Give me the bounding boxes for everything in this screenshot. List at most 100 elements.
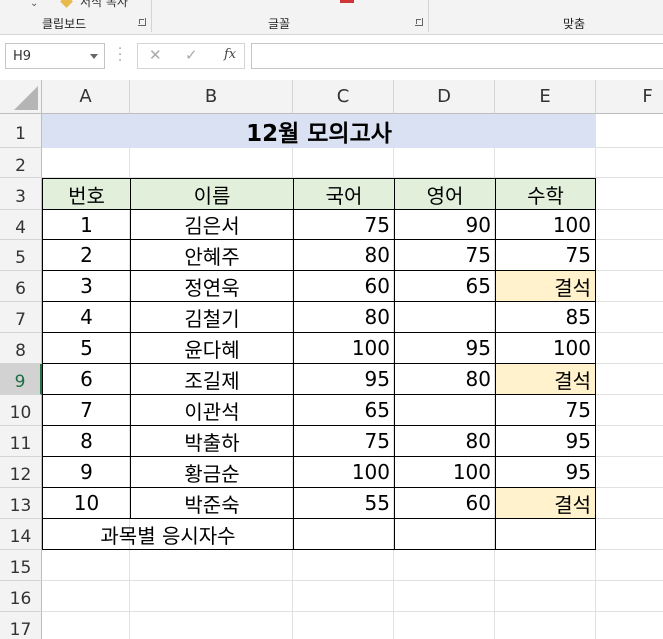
header-cell[interactable]: 영어 <box>394 178 495 210</box>
column-header-c[interactable]: C <box>293 80 394 114</box>
cell-math[interactable]: 100 <box>495 210 596 240</box>
cell-math[interactable]: 95 <box>495 457 596 488</box>
cell-name[interactable]: 박준숙 <box>130 488 293 519</box>
row-header-12[interactable]: 12 <box>0 457 42 488</box>
cell-english[interactable]: 80 <box>394 426 495 457</box>
cell-math[interactable]: 75 <box>495 395 596 426</box>
cell-korean[interactable]: 80 <box>293 240 394 271</box>
cell-math[interactable]: 95 <box>495 426 596 457</box>
cell-english[interactable] <box>394 302 495 333</box>
cell-english[interactable]: 65 <box>394 271 495 302</box>
select-all-button[interactable] <box>0 80 42 114</box>
cell-korean[interactable]: 100 <box>293 333 394 364</box>
row-header-9[interactable]: 9 <box>0 364 42 395</box>
cell-name[interactable]: 황금순 <box>130 457 293 488</box>
cell-math[interactable]: 결석 <box>495 364 596 395</box>
cell-korean[interactable]: 55 <box>293 488 394 519</box>
cell-math[interactable]: 100 <box>495 333 596 364</box>
header-cell[interactable]: 국어 <box>293 178 394 210</box>
cell-english[interactable] <box>394 395 495 426</box>
format-painter-icon[interactable] <box>60 0 73 8</box>
column-header-a[interactable]: A <box>42 80 130 114</box>
cell-korean[interactable]: 75 <box>293 210 394 240</box>
cell-math[interactable]: 75 <box>495 240 596 271</box>
summary-count-cell[interactable] <box>293 519 394 550</box>
header-cell[interactable]: 수학 <box>495 178 596 210</box>
cell-no[interactable]: 8 <box>42 426 130 457</box>
cell-no[interactable]: 3 <box>42 271 130 302</box>
row-header-1[interactable]: 1 <box>0 114 42 148</box>
cell-name[interactable]: 조길제 <box>130 364 293 395</box>
cell-name[interactable]: 안혜주 <box>130 240 293 271</box>
column-header-e[interactable]: E <box>495 80 596 114</box>
cell-english[interactable]: 100 <box>394 457 495 488</box>
cell-no[interactable]: 6 <box>42 364 130 395</box>
row-header-11[interactable]: 11 <box>0 426 42 457</box>
cell-english[interactable]: 90 <box>394 210 495 240</box>
paste-dropdown-icon[interactable]: ⌄ <box>30 0 38 9</box>
cell-english[interactable]: 95 <box>394 333 495 364</box>
cell-no[interactable]: 2 <box>42 240 130 271</box>
cell-no[interactable]: 4 <box>42 302 130 333</box>
row-header-8[interactable]: 8 <box>0 333 42 364</box>
row-header-2[interactable]: 2 <box>0 148 42 178</box>
sheet-title-cell[interactable]: 12월 모의고사 <box>42 114 596 148</box>
cell-korean[interactable]: 95 <box>293 364 394 395</box>
row-header-14[interactable]: 14 <box>0 519 42 550</box>
cancel-icon[interactable]: ✕ <box>149 46 162 64</box>
cell-no[interactable]: 5 <box>42 333 130 364</box>
cell-english[interactable]: 60 <box>394 488 495 519</box>
summary-count-cell[interactable] <box>495 519 596 550</box>
row-header-4[interactable]: 4 <box>0 210 42 240</box>
cell-name[interactable]: 박출하 <box>130 426 293 457</box>
cell-korean[interactable]: 80 <box>293 302 394 333</box>
cell-english[interactable]: 80 <box>394 364 495 395</box>
summary-label-cell[interactable]: 과목별 응시자수 <box>42 519 293 550</box>
cell-korean[interactable]: 75 <box>293 426 394 457</box>
gridline <box>42 580 663 581</box>
worksheet-grid[interactable]: ABCDEF 1 2 3 4 5 6 7 8 9 10 11 12 13 14 15 16 17 12월 모의고… <box>0 80 663 639</box>
formula-input[interactable] <box>251 43 663 69</box>
cell-korean[interactable]: 65 <box>293 395 394 426</box>
cell-korean[interactable]: 60 <box>293 271 394 302</box>
header-cell[interactable]: 이름 <box>130 178 293 210</box>
row-header-6[interactable]: 6 <box>0 271 42 302</box>
cell-korean[interactable]: 100 <box>293 457 394 488</box>
cell-name[interactable]: 이관석 <box>130 395 293 426</box>
cell-no[interactable]: 7 <box>42 395 130 426</box>
cell-name[interactable]: 정연욱 <box>130 271 293 302</box>
format-painter-label[interactable]: 서식 복사 <box>80 0 128 10</box>
row-header-10[interactable]: 10 <box>0 395 42 426</box>
row-header-17[interactable]: 17 <box>0 612 42 639</box>
font-launcher-icon[interactable] <box>415 18 423 26</box>
row-header-13[interactable]: 13 <box>0 488 42 519</box>
name-box-value: H9 <box>13 49 32 64</box>
cell-name[interactable]: 윤다혜 <box>130 333 293 364</box>
cell-no[interactable]: 10 <box>42 488 130 519</box>
column-header-f[interactable]: F <box>596 80 663 114</box>
row-header-16[interactable]: 16 <box>0 581 42 612</box>
column-header-b[interactable]: B <box>130 80 293 114</box>
font-color-swatch[interactable] <box>340 0 354 3</box>
row-header-7[interactable]: 7 <box>0 302 42 333</box>
row-header-3[interactable]: 3 <box>0 178 42 210</box>
cell-english[interactable]: 75 <box>394 240 495 271</box>
row-header-5[interactable]: 5 <box>0 240 42 271</box>
cell-math[interactable]: 결석 <box>495 271 596 302</box>
check-icon[interactable]: ✓ <box>185 46 198 64</box>
cell-math[interactable]: 결석 <box>495 488 596 519</box>
clipboard-launcher-icon[interactable] <box>138 18 146 26</box>
cell-math[interactable]: 85 <box>495 302 596 333</box>
cell-name[interactable]: 김철기 <box>130 302 293 333</box>
name-box[interactable]: H9 <box>5 43 105 69</box>
header-cell[interactable]: 번호 <box>42 178 130 210</box>
row-header-15[interactable]: 15 <box>0 550 42 581</box>
insert-function-icon[interactable]: fx <box>224 47 236 62</box>
cell-no[interactable]: 9 <box>42 457 130 488</box>
drag-handle-icon[interactable]: · · · <box>118 43 122 68</box>
column-header-d[interactable]: D <box>394 80 495 114</box>
cell-no[interactable]: 1 <box>42 210 130 240</box>
summary-count-cell[interactable] <box>394 519 495 550</box>
cell-name[interactable]: 김은서 <box>130 210 293 240</box>
chevron-down-icon[interactable] <box>90 54 98 59</box>
